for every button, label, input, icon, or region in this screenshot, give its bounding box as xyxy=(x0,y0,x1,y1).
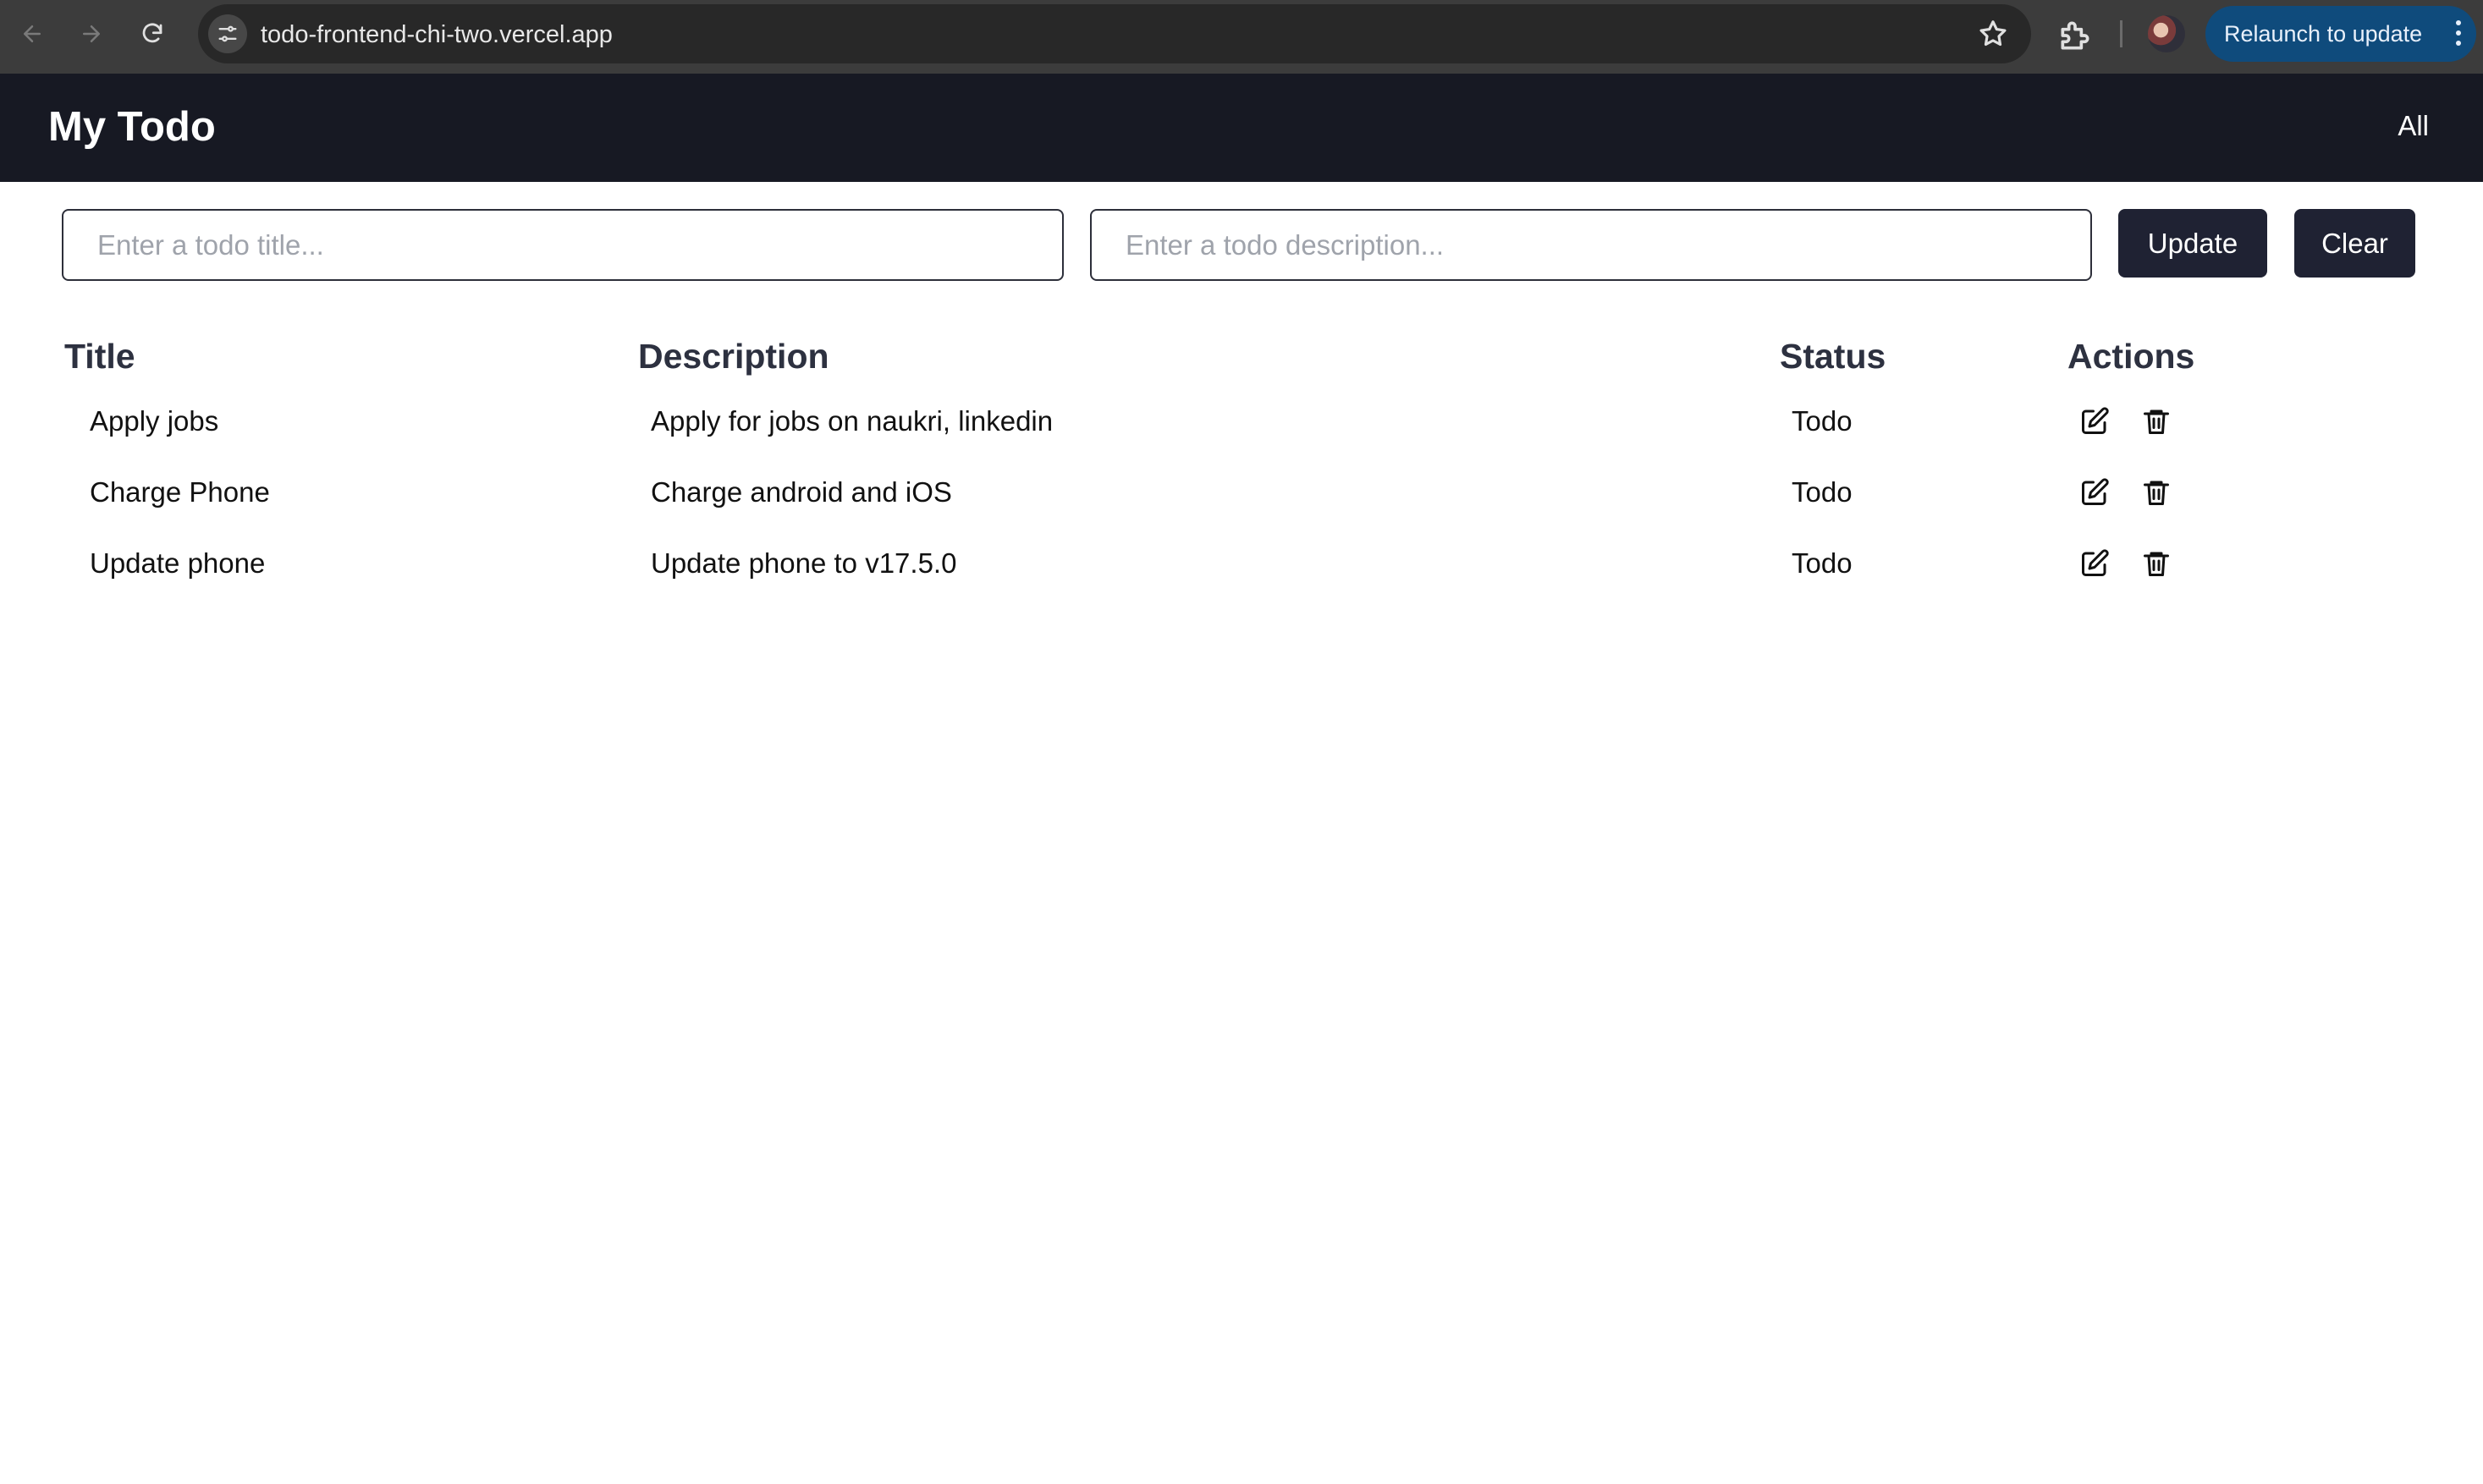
extensions-puzzle-icon[interactable] xyxy=(2056,17,2094,54)
todo-description-cell: Charge android and iOS xyxy=(651,476,952,508)
column-header-actions: Actions xyxy=(2067,337,2195,376)
browser-toolbar: todo-frontend-chi-two.vercel.app Relaunc… xyxy=(0,0,2483,74)
reload-icon xyxy=(142,23,162,43)
delete-button[interactable] xyxy=(2139,404,2173,438)
reload-button[interactable] xyxy=(135,17,169,51)
todo-title-input[interactable] xyxy=(62,209,1064,281)
column-header-description: Description xyxy=(638,337,829,376)
trash-icon xyxy=(2144,409,2169,434)
update-button[interactable]: Update xyxy=(2118,209,2267,278)
url-text: todo-frontend-chi-two.vercel.app xyxy=(261,21,613,48)
relaunch-label: Relaunch to update xyxy=(2224,20,2423,47)
page-title: My Todo xyxy=(48,104,216,150)
edit-button[interactable] xyxy=(2078,475,2111,509)
relaunch-to-update-button[interactable]: Relaunch to update xyxy=(2205,6,2476,62)
todo-title-cell: Charge Phone xyxy=(90,476,270,508)
table-row: Charge Phone Charge android and iOS Todo xyxy=(0,475,2483,547)
todo-description-cell: Update phone to v17.5.0 xyxy=(651,547,957,579)
todo-description-cell: Apply for jobs on naukri, linkedin xyxy=(651,405,1054,437)
column-header-status: Status xyxy=(1780,337,1886,376)
todo-status-cell: Todo xyxy=(1792,405,1853,437)
more-vert-icon xyxy=(2456,20,2461,46)
delete-button[interactable] xyxy=(2139,475,2173,509)
table-row: Update phone Update phone to v17.5.0 Tod… xyxy=(0,547,2483,618)
address-bar[interactable]: todo-frontend-chi-two.vercel.app xyxy=(198,4,2031,63)
edit-button[interactable] xyxy=(2078,547,2111,580)
trash-icon xyxy=(2144,481,2169,505)
bookmark-star-icon[interactable] xyxy=(1977,18,2009,50)
todo-status-cell: Todo xyxy=(1792,476,1853,508)
site-info-button[interactable] xyxy=(208,14,247,53)
table-row: Apply jobs Apply for jobs on naukri, lin… xyxy=(0,404,2483,475)
edit-icon xyxy=(2082,478,2109,505)
todo-title-cell: Apply jobs xyxy=(90,405,219,437)
trash-icon xyxy=(2144,552,2169,576)
todo-status-cell: Todo xyxy=(1792,547,1853,579)
arrow-right-icon xyxy=(83,25,100,42)
app-header: My Todo All xyxy=(0,74,2483,182)
todo-description-input[interactable] xyxy=(1090,209,2092,281)
clear-button[interactable]: Clear xyxy=(2294,209,2415,278)
edit-button[interactable] xyxy=(2078,404,2111,438)
filter-all-link[interactable]: All xyxy=(2398,109,2429,143)
todo-title-cell: Update phone xyxy=(90,547,266,579)
forward-button[interactable] xyxy=(74,17,108,51)
profile-avatar[interactable] xyxy=(2148,15,2185,52)
edit-icon xyxy=(2082,407,2109,434)
arrow-left-icon xyxy=(24,25,41,42)
column-header-title: Title xyxy=(64,337,135,376)
delete-button[interactable] xyxy=(2139,547,2173,580)
back-button[interactable] xyxy=(15,17,49,51)
tune-icon xyxy=(218,25,237,42)
edit-icon xyxy=(2082,549,2109,576)
toolbar-divider xyxy=(2120,20,2122,47)
